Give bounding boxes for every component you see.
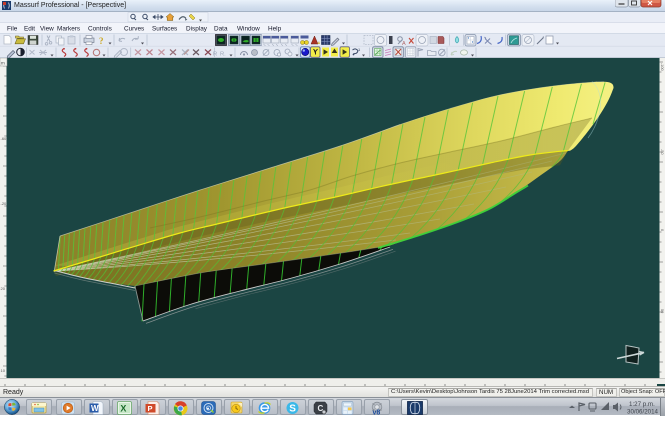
svg-text:?: ?: [99, 36, 104, 46]
svg-text:Display: Display: [186, 26, 208, 33]
svg-text:X: X: [120, 404, 126, 414]
svg-text:m: m: [1, 61, 5, 66]
svg-text:Edit: Edit: [24, 26, 35, 33]
svg-text:P: P: [148, 404, 153, 413]
svg-text:Curves: Curves: [124, 26, 144, 33]
svg-text:10: 10: [1, 368, 6, 373]
svg-text:-60: -60: [1, 136, 8, 141]
svg-text:Window: Window: [237, 26, 260, 33]
svg-text:Surfaces: Surfaces: [152, 26, 177, 33]
svg-text:S: S: [289, 404, 296, 415]
svg-text:0: 0: [660, 229, 664, 231]
svg-text:W: W: [91, 404, 99, 413]
svg-text:50: 50: [660, 309, 664, 313]
svg-text:Help: Help: [268, 26, 282, 33]
svg-text:Controls: Controls: [88, 26, 112, 33]
svg-text:-50: -50: [660, 149, 664, 155]
svg-text:R.: R.: [220, 52, 226, 58]
svg-text:Markers: Markers: [57, 26, 80, 33]
svg-text:File: File: [7, 26, 18, 33]
svg-text:Data: Data: [214, 26, 228, 33]
svg-text:30/06/2014: 30/06/2014: [627, 409, 659, 416]
svg-text:20: 20: [1, 286, 6, 291]
svg-text:1:27 p.m.: 1:27 p.m.: [629, 401, 655, 408]
svg-text:-100: -100: [660, 63, 664, 71]
svg-text:View: View: [40, 26, 54, 33]
svg-text:-20: -20: [1, 201, 8, 206]
svg-text:R: R: [213, 52, 217, 58]
svg-text:v8: v8: [373, 410, 381, 416]
svg-text:A: A: [402, 41, 406, 47]
